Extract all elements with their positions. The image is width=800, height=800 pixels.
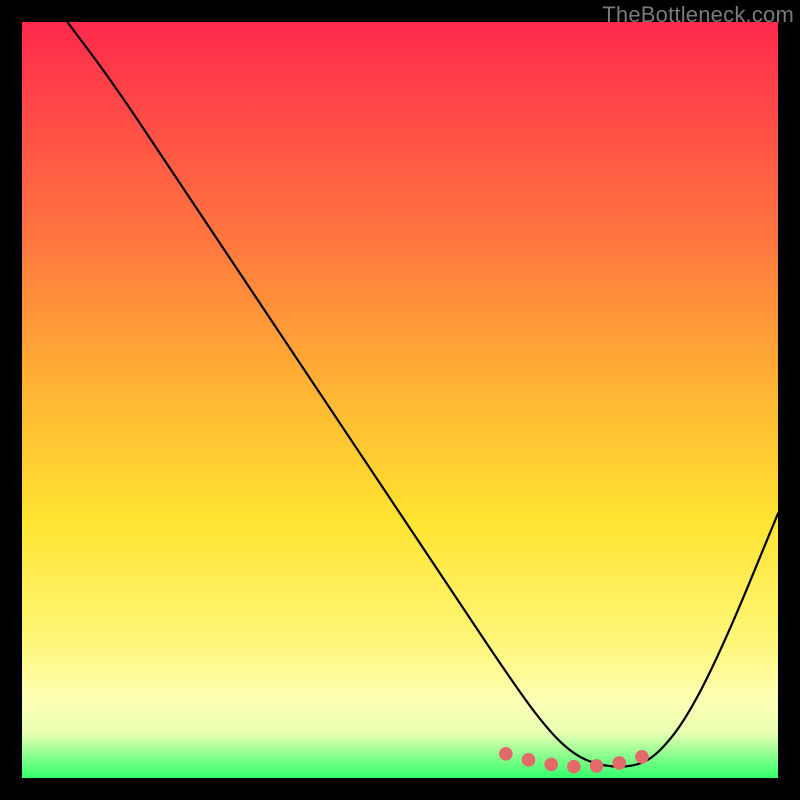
optimal-marker — [499, 747, 513, 761]
optimal-marker — [544, 758, 558, 772]
optimal-marker — [635, 750, 649, 764]
bottleneck-curve — [67, 22, 778, 767]
optimal-marker — [522, 753, 536, 767]
optimal-marker — [567, 760, 581, 774]
optimal-marker — [590, 759, 604, 773]
optimal-marker — [612, 756, 626, 770]
chart-frame — [22, 22, 778, 778]
chart-svg — [22, 22, 778, 778]
optimal-range-markers — [499, 747, 649, 773]
